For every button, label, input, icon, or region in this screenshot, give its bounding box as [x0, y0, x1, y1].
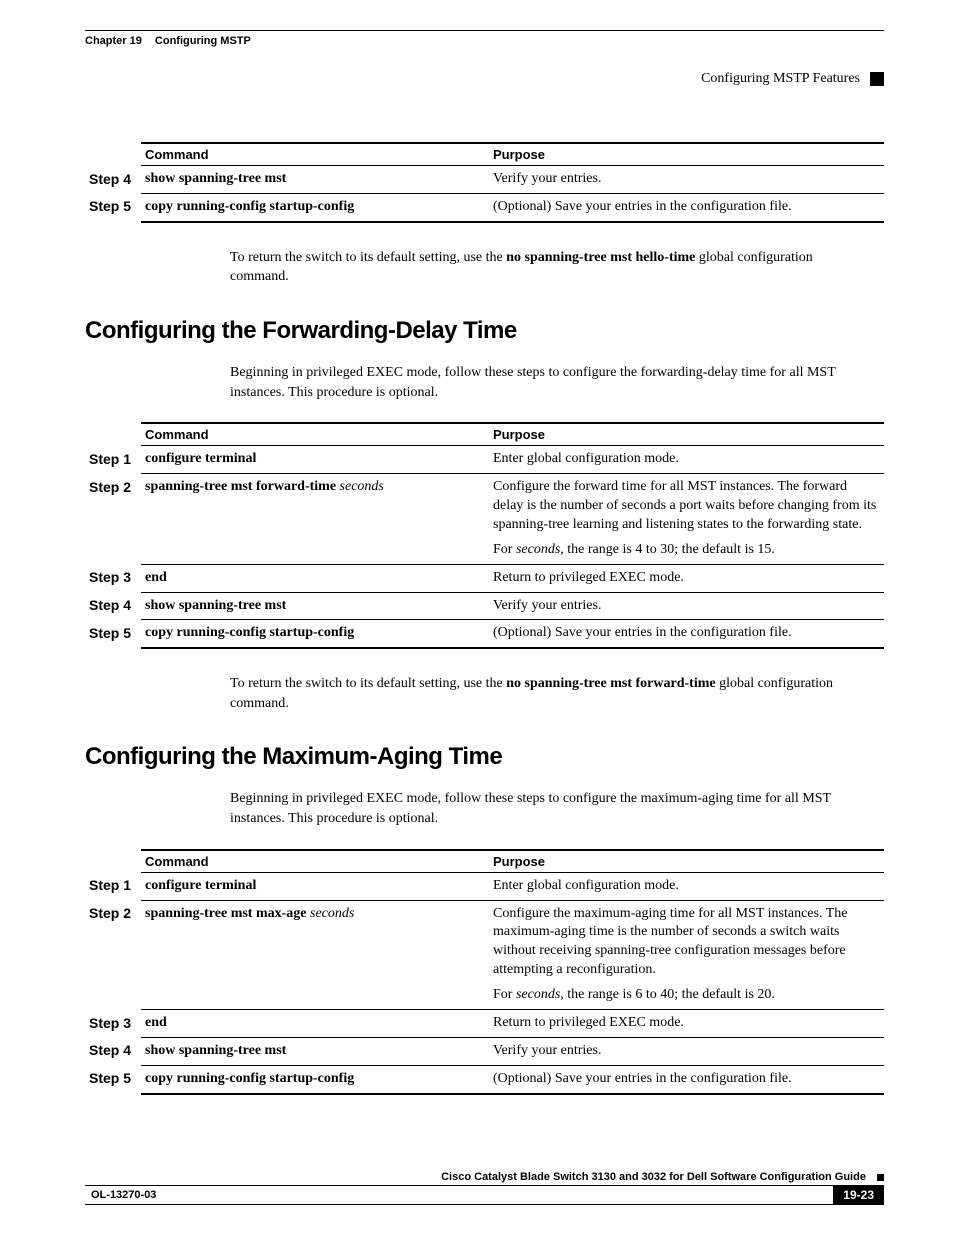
- purpose-cell: Return to privileged EXEC mode.: [489, 564, 884, 592]
- command-cell: configure terminal: [141, 872, 489, 900]
- command-cell: copy running-config startup-config: [141, 193, 489, 221]
- command-cell: copy running-config startup-config: [141, 1065, 489, 1093]
- header-section: Configuring MSTP Features: [701, 71, 860, 87]
- table-row: Step 4 show spanning-tree mst Verify you…: [85, 1037, 884, 1065]
- step-label: Step 3: [85, 1010, 141, 1038]
- step-label: Step 1: [85, 872, 141, 900]
- step-label: Step 4: [85, 1037, 141, 1065]
- step-label: Step 3: [85, 564, 141, 592]
- command-cell: show spanning-tree mst: [141, 1037, 489, 1065]
- table-row: Step 2 spanning-tree mst forward-time se…: [85, 474, 884, 565]
- purpose-header: Purpose: [489, 423, 884, 446]
- body-paragraph: Beginning in privileged EXEC mode, follo…: [230, 363, 874, 402]
- table-row: Step 1 configure terminal Enter global c…: [85, 872, 884, 900]
- command-cell: show spanning-tree mst: [141, 592, 489, 620]
- command-table-3: Command Purpose Step 1 configure termina…: [85, 849, 884, 1095]
- chapter-number: Chapter 19: [85, 35, 142, 47]
- section-heading-forward-delay: Configuring the Forwarding-Delay Time: [85, 317, 884, 345]
- command-cell: end: [141, 564, 489, 592]
- purpose-cell: (Optional) Save your entries in the conf…: [489, 1065, 884, 1093]
- footer-book-title: Cisco Catalyst Blade Switch 3130 and 303…: [85, 1171, 884, 1185]
- header-right: Configuring MSTP Features: [85, 71, 884, 87]
- purpose-cell: Configure the maximum-aging time for all…: [489, 900, 884, 1009]
- chapter-title: Configuring MSTP: [155, 35, 251, 47]
- purpose-cell: Return to privileged EXEC mode.: [489, 1010, 884, 1038]
- purpose-cell: (Optional) Save your entries in the conf…: [489, 620, 884, 648]
- purpose-cell: Enter global configuration mode.: [489, 446, 884, 474]
- purpose-header: Purpose: [489, 143, 884, 166]
- page-header: Chapter 19 Configuring MSTP: [85, 35, 884, 47]
- purpose-cell: (Optional) Save your entries in the conf…: [489, 193, 884, 221]
- table-row: Step 2 spanning-tree mst max-age seconds…: [85, 900, 884, 1009]
- body-paragraph: Beginning in privileged EXEC mode, follo…: [230, 789, 874, 828]
- header-marker-icon: [870, 72, 884, 86]
- footer-page-number: 19-23: [833, 1185, 884, 1205]
- table-row: Step 5 copy running-config startup-confi…: [85, 620, 884, 648]
- purpose-header: Purpose: [489, 850, 884, 873]
- step-label: Step 2: [85, 474, 141, 565]
- command-cell: copy running-config startup-config: [141, 620, 489, 648]
- purpose-cell: Enter global configuration mode.: [489, 872, 884, 900]
- command-cell: end: [141, 1010, 489, 1038]
- purpose-cell: Configure the forward time for all MST i…: [489, 474, 884, 565]
- command-header: Command: [141, 850, 489, 873]
- section-heading-max-aging: Configuring the Maximum-Aging Time: [85, 743, 884, 771]
- page-footer: Cisco Catalyst Blade Switch 3130 and 303…: [85, 1171, 884, 1205]
- table-row: Step 3 end Return to privileged EXEC mod…: [85, 1010, 884, 1038]
- command-cell: spanning-tree mst max-age seconds: [141, 900, 489, 1009]
- table-row: Step 4 show spanning-tree mst Verify you…: [85, 592, 884, 620]
- body-paragraph: To return the switch to its default sett…: [230, 248, 874, 287]
- step-header: [85, 423, 141, 446]
- command-cell: spanning-tree mst forward-time seconds: [141, 474, 489, 565]
- footer-marker-icon: [877, 1174, 884, 1181]
- purpose-cell: Verify your entries.: [489, 1037, 884, 1065]
- table-row: Step 1 configure terminal Enter global c…: [85, 446, 884, 474]
- command-cell: configure terminal: [141, 446, 489, 474]
- step-label: Step 4: [85, 166, 141, 194]
- command-header: Command: [141, 423, 489, 446]
- table-row: Step 4 show spanning-tree mst Verify you…: [85, 166, 884, 194]
- table-row: Step 5 copy running-config startup-confi…: [85, 193, 884, 221]
- header-rule: [85, 30, 884, 31]
- step-label: Step 5: [85, 193, 141, 221]
- step-label: Step 5: [85, 620, 141, 648]
- command-header: Command: [141, 143, 489, 166]
- step-label: Step 4: [85, 592, 141, 620]
- command-table-2: Command Purpose Step 1 configure termina…: [85, 422, 884, 649]
- header-left: Chapter 19 Configuring MSTP: [85, 35, 251, 47]
- command-table-1: Command Purpose Step 4 show spanning-tre…: [85, 142, 884, 223]
- purpose-cell: Verify your entries.: [489, 592, 884, 620]
- step-label: Step 2: [85, 900, 141, 1009]
- command-cell: show spanning-tree mst: [141, 166, 489, 194]
- step-label: Step 5: [85, 1065, 141, 1093]
- table-row: Step 3 end Return to privileged EXEC mod…: [85, 564, 884, 592]
- body-paragraph: To return the switch to its default sett…: [230, 674, 874, 713]
- document-page: Chapter 19 Configuring MSTP Configuring …: [0, 0, 954, 1235]
- footer-doc-id: OL-13270-03: [85, 1185, 833, 1205]
- step-label: Step 1: [85, 446, 141, 474]
- page-content: Command Purpose Step 4 show spanning-tre…: [85, 142, 884, 1095]
- footer-bar: OL-13270-03 19-23: [85, 1185, 884, 1205]
- step-header: [85, 143, 141, 166]
- table-row: Step 5 copy running-config startup-confi…: [85, 1065, 884, 1093]
- step-header: [85, 850, 141, 873]
- purpose-cell: Verify your entries.: [489, 166, 884, 194]
